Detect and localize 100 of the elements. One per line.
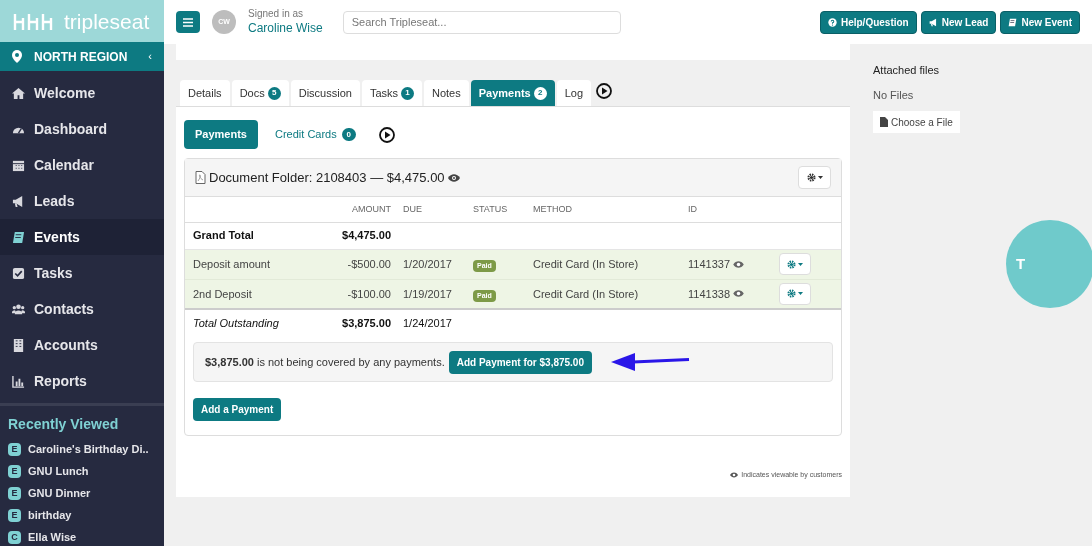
gear-icon [787,289,796,299]
column-header: STATUS [465,197,525,222]
help-icon [827,17,837,27]
play-icon[interactable] [378,126,395,143]
table-cell-text: 1141338 [688,286,730,302]
book-icon [1008,17,1018,27]
uncovered-amount-message: $3,875.00 is not being covered by any payments. [205,354,445,370]
bar-chart-icon [12,374,25,388]
table-cell: 1/19/2017 [395,279,465,309]
collapse-icon[interactable]: ‹ [148,48,152,65]
caret-icon [798,292,803,296]
count-badge: 2 [533,86,547,100]
attached-files-heading: Attached files [873,63,940,78]
play-icon[interactable] [596,82,613,99]
tab[interactable]: Notes [424,80,469,106]
column-header: AMOUNT [335,197,395,222]
tab[interactable]: Details [180,80,230,106]
type-badge: E [8,487,21,500]
choose-file-button[interactable]: Choose a File [873,111,960,133]
table-cell: Grand Total [185,222,335,249]
menu-icon [183,17,193,27]
table-cell-text: 1141337 [688,256,730,272]
nav-item[interactable]: Accounts [0,327,164,363]
count-badge: 1 [401,86,414,100]
sub-tab[interactable]: Payments [184,120,258,149]
table-cell: $3,875.00 [335,309,395,337]
nav-item[interactable]: Reports [0,363,164,399]
tab[interactable]: Tasks 1 [361,80,422,106]
table-cell: 1/20/2017 [395,249,465,279]
nav-item[interactable]: Dashboard [0,111,164,147]
header-button[interactable]: New Event [1000,10,1080,34]
type-badge: E [8,443,21,456]
map-pin-icon [12,50,22,64]
table-cell: 2nd Deposit [185,279,335,309]
tab[interactable]: Discussion [290,80,360,106]
header-button[interactable]: New Lead [920,10,997,34]
search-field[interactable]: Search Tripleseat... [342,10,621,34]
gear-icon [806,173,816,182]
nav-item[interactable]: Calendar [0,147,164,183]
caret-icon [817,176,823,179]
table-cell: $4,475.00 [335,222,395,249]
table-cell: Credit Card (In Store) [525,279,680,309]
menu-button[interactable] [176,11,200,33]
type-badge: E [8,465,21,478]
nav-item[interactable]: Leads [0,183,164,219]
table-cell: Deposit amount [185,249,335,279]
table-cell: -$100.00 [335,279,395,309]
type-badge: C [8,531,21,544]
nav-item[interactable]: Tasks [0,255,164,291]
megaphone-icon [928,17,938,27]
header-button[interactable]: Help/Question [819,10,917,34]
eye-icon [733,290,744,298]
recent-item[interactable]: E GNU Dinner [8,485,156,502]
tab[interactable]: Log [556,80,592,106]
home-icon [12,86,25,100]
brand-name: tripleseat [64,10,150,32]
section-heading: Recently Viewed [8,415,120,434]
settings-dropdown-button[interactable] [779,253,811,275]
pdf-file-icon [195,171,206,184]
eye-icon [730,472,739,479]
no-files-text: No Files [873,87,914,103]
tab[interactable]: Payments 2 [470,80,555,106]
table-cell: -$500.00 [335,249,395,279]
recent-item[interactable]: E Caroline's Birthday Di.. [8,441,156,458]
settings-dropdown-button[interactable] [779,282,811,305]
file-icon [880,117,888,127]
megaphone-icon [12,194,25,208]
recent-item[interactable]: C Ella Wise [8,529,156,546]
column-header: METHOD [525,197,680,222]
nav-item[interactable]: Contacts [0,291,164,327]
eye-icon [447,173,460,182]
region-selector[interactable]: NORTH REGION ‹ [0,42,164,71]
building-icon [12,338,25,352]
recent-item[interactable]: E birthday [8,507,156,524]
table-cell: Total Outstanding [185,309,335,337]
folder-title: Document Folder: 2108403 — $4,475.00 [209,168,445,187]
arrow-icon [611,352,691,372]
settings-dropdown-button[interactable] [798,166,831,189]
people-icon [12,302,25,316]
calendar-icon [12,158,25,172]
table-cell: 1/24/2017 [395,309,465,337]
add-payment-button[interactable]: Add a Payment [193,398,282,421]
eye-icon [733,260,744,268]
nav-item[interactable]: Welcome [0,75,164,111]
book-icon [12,230,25,244]
count-badge: 5 [267,86,281,100]
table-cell: Credit Card (In Store) [525,249,680,279]
caret-icon [798,262,803,266]
user-name[interactable]: Caroline Wise [248,20,323,36]
nav-item[interactable]: Events [0,219,164,255]
recent-item[interactable]: E GNU Lunch [8,463,156,480]
tab[interactable]: Docs 5 [231,80,289,106]
sub-tab[interactable]: Credit Cards 0 [264,120,367,149]
add-payment-for-amount-button[interactable]: Add Payment for $3,875.00 [448,350,592,374]
gear-icon [787,259,796,269]
checkbox-icon [12,266,25,280]
column-header: DUE [395,197,465,222]
type-badge: E [8,509,21,522]
column-header: ID [680,197,760,222]
count-badge: 0 [341,128,356,141]
